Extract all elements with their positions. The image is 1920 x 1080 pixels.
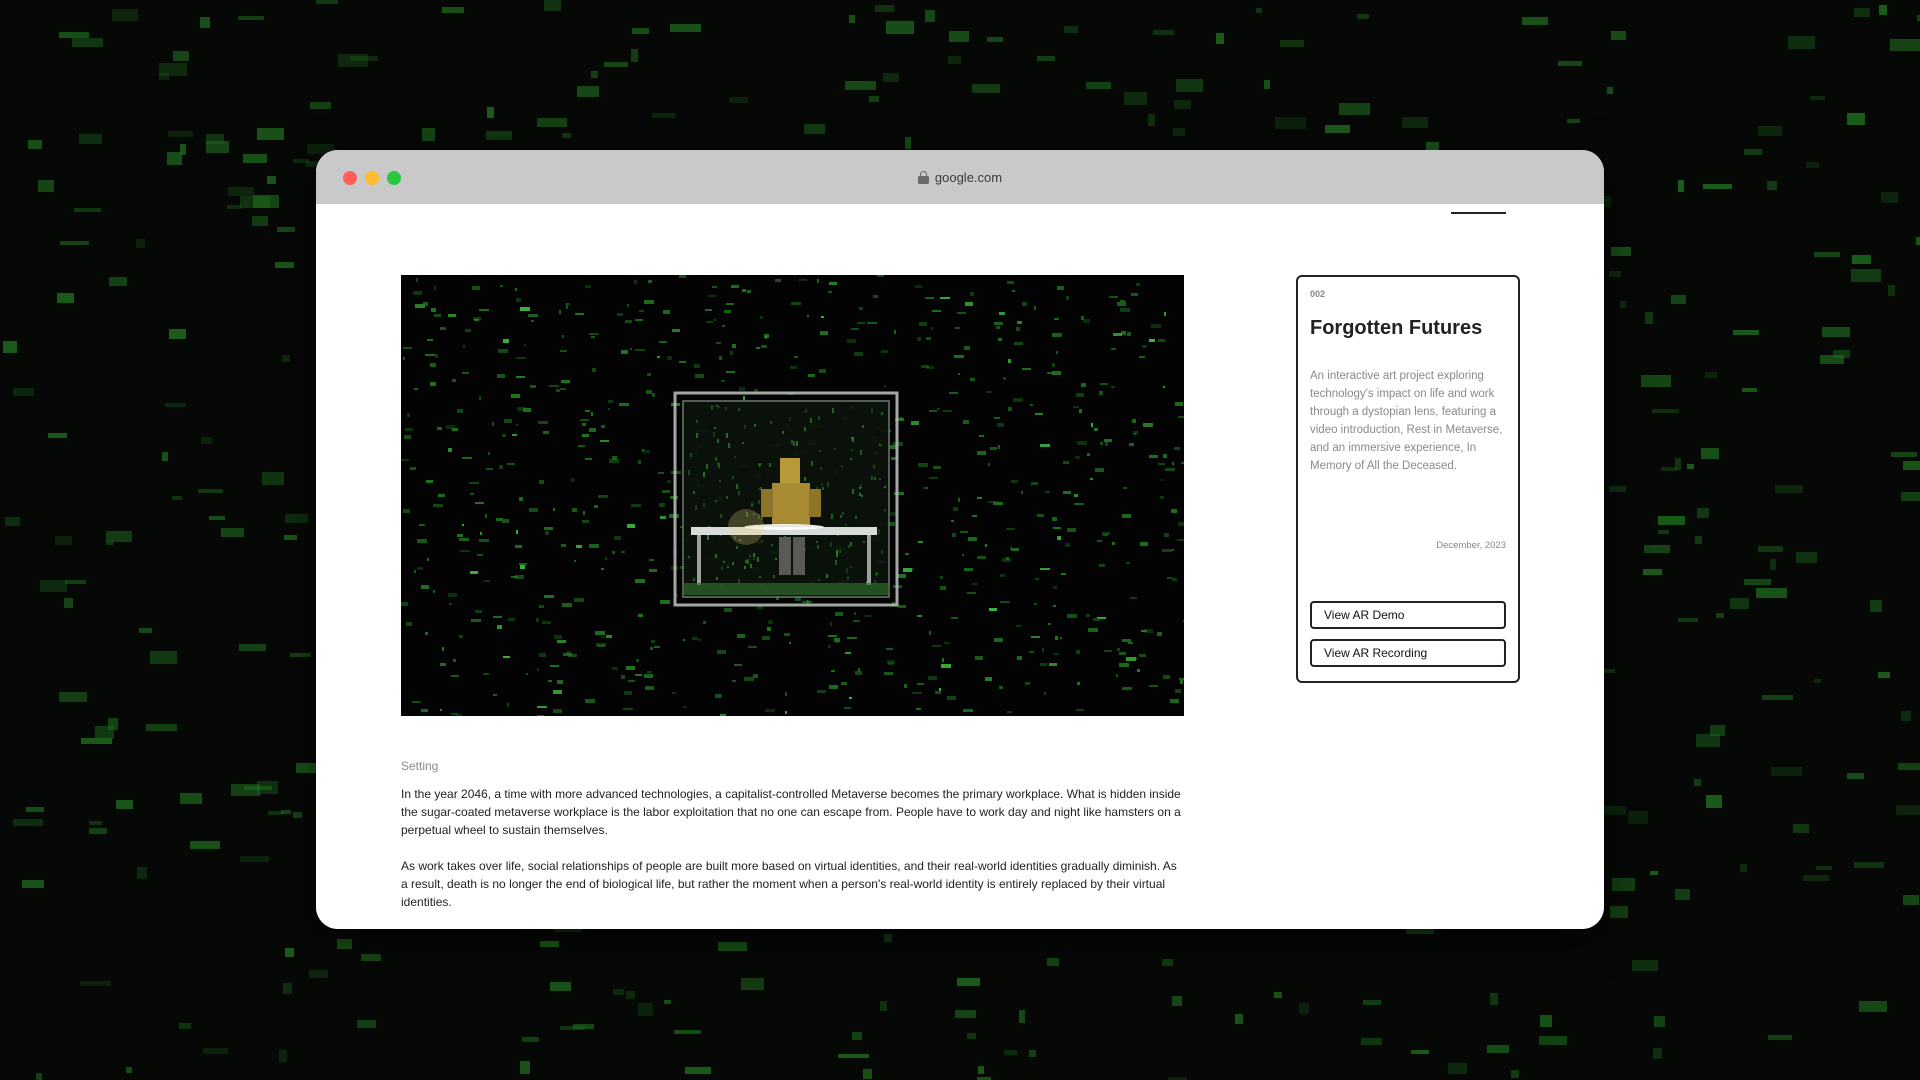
browser-window: google.com 002 Forgotten Futures An inte… (316, 150, 1604, 929)
hero-image (401, 275, 1184, 716)
project-card: 002 Forgotten Futures An interactive art… (1296, 275, 1520, 683)
view-ar-demo-button[interactable]: View AR Demo (1310, 601, 1506, 629)
address-bar[interactable]: google.com (316, 150, 1604, 204)
page-content: 002 Forgotten Futures An interactive art… (316, 204, 1604, 929)
metaverse-worker-artwork (401, 275, 1184, 716)
project-title: Forgotten Futures (1310, 317, 1483, 339)
section-label: Setting (401, 759, 439, 773)
project-description: An interactive art project exploring tec… (1310, 370, 1503, 472)
lock-icon (917, 170, 929, 184)
browser-titlebar: google.com (316, 150, 1604, 204)
project-date: December, 2023 (1436, 540, 1506, 551)
article-paragraph: In the year 2046, a time with more advan… (401, 787, 1181, 837)
view-ar-recording-button[interactable]: View AR Recording (1310, 639, 1506, 667)
project-number: 002 (1310, 289, 1326, 299)
url-text: google.com (934, 169, 1003, 185)
active-nav-indicator (1451, 212, 1506, 214)
article-paragraph: As work takes over life, social relation… (401, 859, 1177, 909)
